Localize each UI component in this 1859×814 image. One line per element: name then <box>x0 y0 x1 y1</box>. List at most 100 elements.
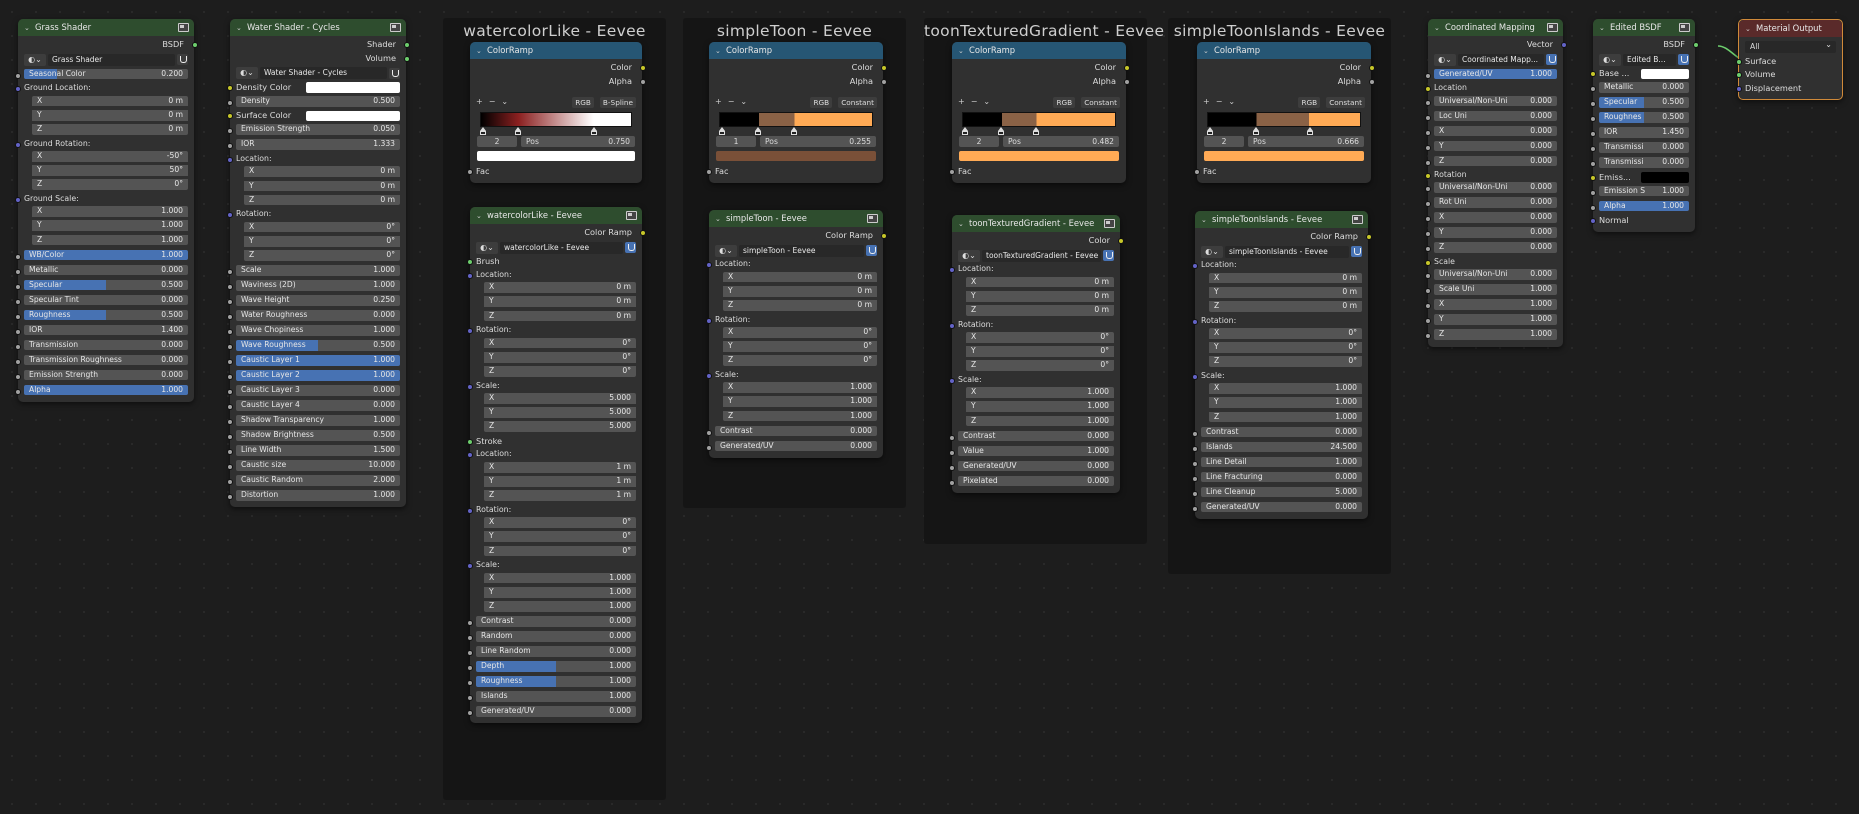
input-socket[interactable] <box>1589 146 1596 153</box>
input-socket[interactable] <box>705 444 712 451</box>
node-group-icon[interactable] <box>1547 23 1558 32</box>
node-header[interactable]: ⌄ ColorRamp <box>709 42 883 59</box>
collapse-icon[interactable]: ⌄ <box>1434 20 1442 36</box>
mapping-field[interactable]: Y 0.000 <box>1434 140 1557 152</box>
output-socket[interactable] <box>639 65 646 71</box>
input-socket[interactable] <box>1424 246 1431 253</box>
node-color-ramp-simple-toon[interactable]: ⌄ ColorRamp Color Alpha + − ⌄ RGB Constan… <box>705 42 887 183</box>
color-stop-handle[interactable] <box>791 127 798 136</box>
vector-component-field[interactable]: Z 0 m <box>1209 300 1362 312</box>
interpolation-dropdown[interactable]: Constant <box>1326 96 1365 108</box>
node-header[interactable]: ⌄ Water Shader - Cycles <box>230 19 406 36</box>
output-socket[interactable] <box>880 78 887 85</box>
vector-component-field[interactable]: X 1 m <box>484 461 636 473</box>
input-socket[interactable] <box>226 212 233 219</box>
property-field[interactable]: IOR 1.400 <box>24 324 188 336</box>
field-emission-strength[interactable]: Emission Strength 0.050 <box>236 124 400 136</box>
input-socket[interactable] <box>1193 169 1200 176</box>
collapse-icon[interactable]: ⌄ <box>236 20 244 36</box>
stop-position-field[interactable]: Pos 0.750 <box>521 136 635 148</box>
property-field[interactable]: Contrast 0.000 <box>1201 426 1362 438</box>
vector-component-field[interactable]: X 0 m <box>244 166 400 178</box>
vector-component-field[interactable]: Z 1.000 <box>1209 411 1362 423</box>
input-socket[interactable] <box>14 388 21 395</box>
vector-component-field[interactable]: X 0 m <box>1209 272 1362 284</box>
property-field[interactable]: Contrast 0.000 <box>958 430 1114 442</box>
input-socket[interactable] <box>226 313 233 320</box>
input-socket[interactable] <box>705 429 712 436</box>
input-socket[interactable] <box>466 694 473 701</box>
vector-component-field[interactable]: Y 0 m <box>484 296 636 308</box>
node-group-icon[interactable] <box>390 23 401 32</box>
input-socket[interactable] <box>226 269 233 276</box>
add-stop-icon[interactable]: + <box>1203 96 1210 108</box>
node-header[interactable]: ⌄ ColorRamp <box>1197 42 1371 59</box>
output-socket[interactable] <box>191 42 198 48</box>
vector-component-field[interactable]: Z 0° <box>484 365 636 377</box>
vector-component-field[interactable]: X 1.000 <box>723 382 877 394</box>
node-group-icon[interactable] <box>1679 23 1690 32</box>
node-tree-icon[interactable]: ◐⌄ <box>476 241 498 254</box>
property-field[interactable]: Islands 24.500 <box>1201 441 1362 453</box>
color-stop-handle[interactable] <box>962 127 969 136</box>
input-socket[interactable] <box>1424 86 1431 93</box>
property-field[interactable]: Generated/UV 0.000 <box>476 705 636 717</box>
node-header[interactable]: ⌄ simpleToon - Eevee <box>709 210 883 227</box>
output-socket[interactable] <box>880 233 887 239</box>
ramp-menu-icon[interactable]: ⌄ <box>501 96 508 108</box>
node-tree-icon[interactable]: ◐⌄ <box>715 244 737 257</box>
interpolation-dropdown[interactable]: Constant <box>1081 96 1120 108</box>
vector-component-field[interactable]: Z 0° <box>966 360 1114 372</box>
input-socket[interactable] <box>948 267 955 274</box>
vector-component-field[interactable]: Y 1.000 <box>966 401 1114 413</box>
property-field[interactable]: Line Random 0.000 <box>476 645 636 657</box>
datablock-selector[interactable]: ◐⌄ Water Shader - Cycles <box>236 67 400 80</box>
collapse-icon[interactable]: ⌄ <box>1599 20 1607 36</box>
input-socket[interactable] <box>14 313 21 320</box>
property-field[interactable]: Transmissi 0.000 <box>1599 142 1689 153</box>
output-socket[interactable] <box>1123 78 1130 85</box>
input-socket[interactable] <box>226 113 233 120</box>
vector-component-field[interactable]: X 1.000 <box>484 572 636 584</box>
vector-component-field[interactable]: X 0 m <box>484 282 636 293</box>
add-stop-icon[interactable]: + <box>715 96 722 108</box>
property-field[interactable]: Alpha 1.000 <box>24 384 188 396</box>
mapping-field[interactable]: Scale Uni 1.000 <box>1434 284 1557 296</box>
stop-index-field[interactable]: 2 <box>477 136 517 148</box>
fake-user-icon[interactable] <box>1103 250 1114 262</box>
output-socket[interactable] <box>1117 238 1124 244</box>
node-group-watercolor[interactable]: ⌄ watercolorLike - Eevee Color Ramp ◐⌄ water… <box>466 207 646 724</box>
property-field[interactable]: Caustic Layer 4 0.000 <box>236 399 400 411</box>
datablock-name[interactable]: Edited B... <box>1623 53 1676 66</box>
output-socket[interactable] <box>1368 65 1375 71</box>
vector-component-field[interactable]: Z 0° <box>32 179 188 191</box>
field-generated-uv[interactable]: Generated/UV 1.000 <box>1434 68 1557 80</box>
node-header[interactable]: ⌄ ColorRamp <box>470 42 642 59</box>
property-field[interactable]: Generated/UV 0.000 <box>715 440 877 452</box>
node-material-output[interactable]: ⌄Material Output All Surface Volume Disp… <box>1735 19 1843 101</box>
node-edited-bsdf[interactable]: ⌄ Edited BSDF BSDF ◐⌄ Edited B... Base ...… <box>1589 19 1699 232</box>
node-group-icon[interactable] <box>626 211 637 220</box>
color-mode-dropdown[interactable]: RGB <box>572 96 594 108</box>
property-field[interactable]: Generated/UV 0.000 <box>1201 501 1362 513</box>
property-field[interactable]: Wave Chopiness 1.000 <box>236 324 400 336</box>
input-socket[interactable] <box>226 388 233 395</box>
input-socket[interactable] <box>226 99 233 106</box>
fake-user-icon[interactable] <box>389 67 400 79</box>
input-socket[interactable] <box>1589 131 1596 138</box>
property-field[interactable]: Contrast 0.000 <box>476 615 636 627</box>
mapping-field[interactable]: Z 1.000 <box>1434 329 1557 341</box>
remove-stop-icon[interactable]: − <box>1216 96 1223 108</box>
input-socket[interactable] <box>1424 173 1431 180</box>
fake-user-icon[interactable] <box>1678 54 1689 66</box>
output-socket[interactable] <box>639 230 646 236</box>
node-group-icon[interactable] <box>178 23 189 32</box>
node-group-toon-gradient[interactable]: ⌄ toonTexturedGradient - Eevee Color ◐⌄ toon… <box>948 215 1124 494</box>
input-socket[interactable] <box>1424 201 1431 208</box>
input-socket[interactable] <box>466 272 473 279</box>
vector-component-field[interactable]: Y 0° <box>966 346 1114 357</box>
mapping-field[interactable]: Universal/Non-Uni 0.000 <box>1434 95 1557 107</box>
output-socket[interactable] <box>639 78 646 85</box>
color-mode-dropdown[interactable]: RGB <box>810 96 833 108</box>
node-group-toon-islands[interactable]: ⌄ simpleToonIslands - Eevee Color Ramp ◐⌄ si… <box>1191 211 1372 520</box>
